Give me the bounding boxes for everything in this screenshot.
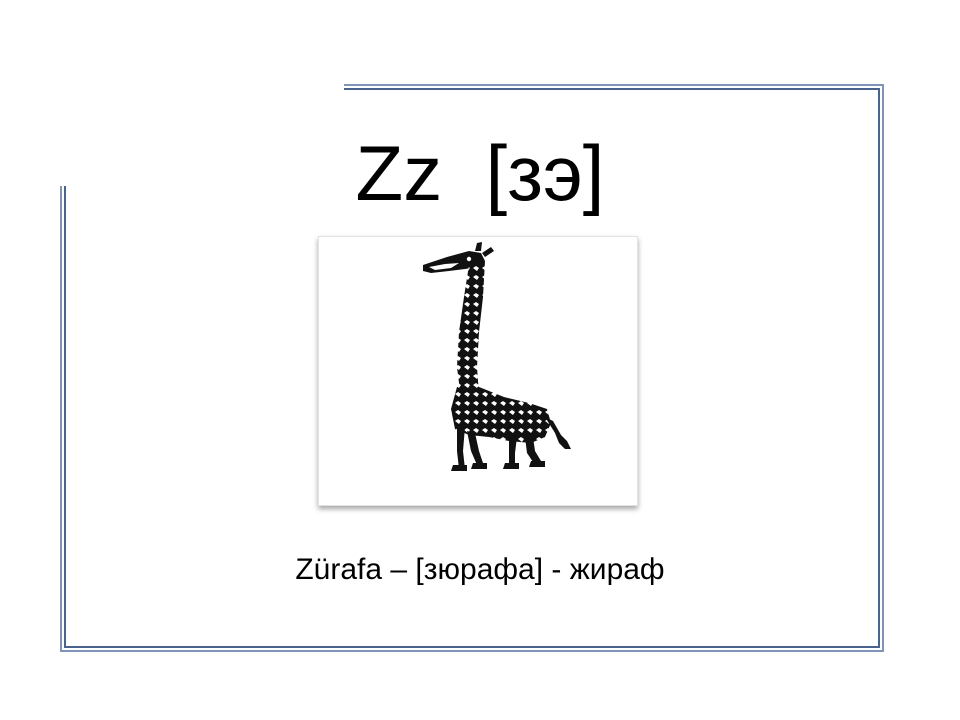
frame-top-outer xyxy=(344,84,884,86)
giraffe-icon xyxy=(423,242,571,471)
frame-bottom-outer xyxy=(60,650,884,652)
frame-bottom-inner xyxy=(64,646,880,648)
frame-top-inner xyxy=(344,88,880,90)
slide-title: Zz [зэ] xyxy=(355,129,605,217)
giraffe-picture xyxy=(318,236,638,506)
slide-caption: Zürafa – [зюрафа] - жираф xyxy=(295,553,665,586)
